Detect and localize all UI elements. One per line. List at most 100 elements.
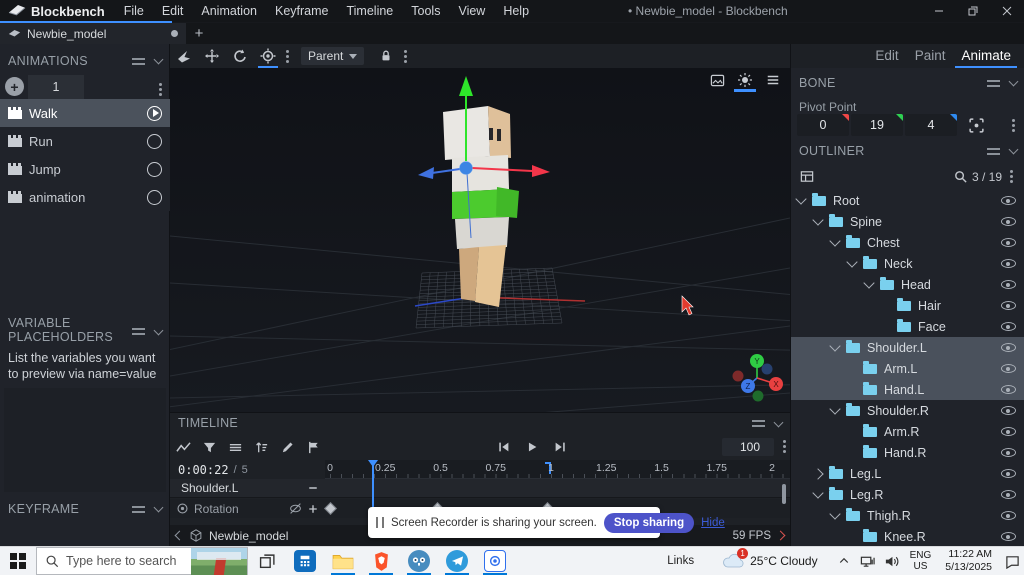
visibility-eye-icon[interactable] [1001,448,1016,457]
outliner-node-shoulder.r[interactable]: Shoulder.R [791,400,1024,421]
maximize-button[interactable] [956,0,990,22]
timeline-lines-icon[interactable] [222,435,248,459]
menu-file[interactable]: File [115,4,153,18]
animation-item-run[interactable]: Run [0,127,170,155]
panel-menu-icon[interactable] [132,57,145,65]
transform-tool-icon[interactable] [170,44,198,68]
outliner-node-hand.r[interactable]: Hand.R [791,442,1024,463]
chevron-down-icon[interactable] [829,235,841,247]
outliner-node-arm.l[interactable]: Arm.L [791,358,1024,379]
hidden-icons-chevron[interactable] [832,555,856,567]
outliner-node-knee.r[interactable]: Knee.R [791,526,1024,546]
menu-edit[interactable]: Edit [153,4,193,18]
bone-more-icon[interactable] [1012,123,1015,127]
visibility-eye-icon[interactable] [1001,511,1016,520]
menu-view[interactable]: View [449,4,494,18]
chevron-right-icon[interactable] [775,530,786,541]
volume-icon[interactable] [880,554,904,569]
visibility-eye-icon[interactable] [1001,301,1016,310]
center-pivot-icon[interactable] [963,114,989,136]
timeline-scrollbar[interactable] [782,484,786,504]
taskbar-search[interactable]: Type here to search [36,547,248,575]
new-tab-button[interactable]: + [186,23,212,44]
skip-end-button[interactable] [546,435,574,459]
move-tool-icon[interactable] [198,44,226,68]
outliner-node-hand.l[interactable]: Hand.L [791,379,1024,400]
variable-placeholders-input[interactable] [4,388,166,492]
menu-timeline[interactable]: Timeline [337,4,402,18]
panel-collapse-icon[interactable] [153,502,164,513]
play-animation-button[interactable] [147,189,162,205]
skip-start-button[interactable] [490,435,518,459]
chevron-right-icon[interactable] [812,467,824,480]
taskbar-app-file-explorer[interactable] [324,547,362,575]
panel-menu-icon[interactable] [752,420,765,427]
clock[interactable]: 11:22 AM 5/13/2025 [937,548,1000,574]
chevron-down-icon[interactable] [829,403,841,415]
viewport-3d[interactable]: Y Z X [170,68,790,412]
outliner-node-shoulder.l[interactable]: Shoulder.L [791,337,1024,358]
speed-more-icon[interactable] [783,445,786,448]
panel-collapse-icon[interactable] [1008,76,1019,87]
chevron-down-icon[interactable] [829,340,841,352]
pivot-y-input[interactable]: 19 [851,114,903,136]
animation-item-animation[interactable]: animation [0,183,170,211]
hide-link[interactable]: Hide [701,517,725,529]
timeline-sort-icon[interactable] [248,435,274,459]
panel-menu-icon[interactable] [132,328,145,335]
visibility-eye-icon[interactable] [1001,427,1016,436]
play-animation-button[interactable] [147,133,162,149]
outliner-node-root[interactable]: Root [791,190,1024,211]
outliner-node-head[interactable]: Head [791,274,1024,295]
timeline-flag-icon[interactable] [300,435,326,459]
start-button[interactable] [0,547,36,575]
play-button[interactable] [518,435,546,459]
panel-collapse-icon[interactable] [153,54,164,65]
visibility-eye-icon[interactable] [1001,196,1016,205]
add-keyframe-icon[interactable] [307,503,319,515]
shading-sun-icon[interactable] [734,71,756,92]
outliner-view-toggle-icon[interactable] [799,169,815,184]
chevron-down-icon[interactable] [846,256,858,268]
chevron-down-icon[interactable] [829,508,841,520]
timeline-track-group[interactable]: Shoulder.L [170,479,790,498]
visibility-eye-icon[interactable] [1001,364,1016,373]
close-button[interactable] [990,0,1024,22]
panel-collapse-icon[interactable] [153,325,164,335]
play-animation-button[interactable] [147,161,162,177]
outliner-node-thigh.r[interactable]: Thigh.R [791,505,1024,526]
outliner-node-arm.r[interactable]: Arm.R [791,421,1024,442]
animation-file-tab[interactable]: 1 [28,75,84,99]
visibility-eye-icon[interactable] [1001,217,1016,226]
timeline-graph-icon[interactable] [170,435,196,459]
mode-tab-edit[interactable]: Edit [869,44,904,68]
visibility-eye-icon[interactable] [1001,385,1016,394]
stop-sharing-button[interactable]: Stop sharing [603,512,695,533]
rotate-tool-icon[interactable] [226,44,254,68]
chevron-down-icon[interactable] [795,193,807,205]
panel-collapse-icon[interactable] [1008,144,1019,155]
graph-toggle-icon[interactable] [289,502,302,515]
taskbar-app-brave[interactable] [362,547,400,575]
animation-item-jump[interactable]: Jump [0,155,170,183]
network-icon[interactable] [856,554,880,569]
language-indicator[interactable]: ENG US [904,550,938,573]
chevron-left-icon[interactable] [174,530,185,541]
menu-help[interactable]: Help [494,4,538,18]
visibility-eye-icon[interactable] [1001,406,1016,415]
search-icon[interactable] [953,169,968,184]
panel-collapse-icon[interactable] [773,417,784,427]
outliner-node-chest[interactable]: Chest [791,232,1024,253]
outliner-node-spine[interactable]: Spine [791,211,1024,232]
search-highlight-image[interactable] [191,547,247,575]
viewport-menu-icon[interactable] [762,71,784,89]
panel-menu-icon[interactable] [987,79,1000,87]
chevron-down-icon[interactable] [863,277,875,289]
remove-track-icon[interactable] [307,482,319,494]
outliner-node-leg.l[interactable]: Leg.L [791,463,1024,484]
pivot-tool-icon[interactable] [254,44,282,68]
playback-speed-input[interactable]: 100 [722,438,774,456]
weather-widget[interactable]: 1 25°C Cloudy [722,547,832,571]
animations-more-icon[interactable] [159,88,162,91]
mode-tab-animate[interactable]: Animate [955,44,1017,68]
